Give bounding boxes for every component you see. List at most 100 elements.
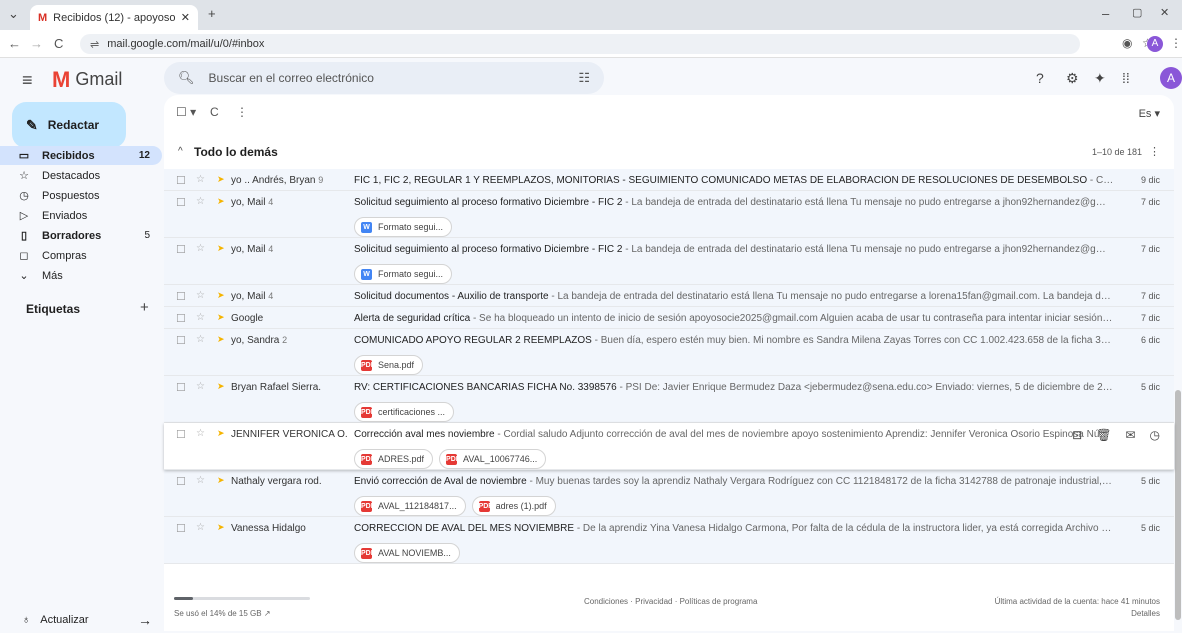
- url-field[interactable]: ⇌ mail.google.com/mail/u/0/#inbox: [80, 34, 1080, 54]
- sidebar-item-more[interactable]: ⌄ Más: [0, 266, 162, 285]
- account-avatar[interactable]: A: [1160, 67, 1182, 89]
- site-info-icon[interactable]: ⇌: [90, 38, 99, 51]
- details-link[interactable]: Detalles: [1131, 609, 1160, 618]
- reload-icon[interactable]: C: [54, 36, 63, 51]
- attachment-chip[interactable]: PDF adres (1).pdf: [471, 496, 556, 516]
- snooze-icon[interactable]: ◷: [1150, 428, 1160, 442]
- compose-button[interactable]: ✎ Redactar: [12, 102, 126, 148]
- row-checkbox[interactable]: ☐: [176, 174, 186, 187]
- important-marker-icon[interactable]: ➤: [217, 334, 225, 345]
- attachment-chip[interactable]: PDF AVAL_112184817...: [354, 496, 466, 516]
- add-label-icon[interactable]: +: [140, 299, 149, 316]
- star-icon[interactable]: ☆: [196, 243, 205, 254]
- row-checkbox[interactable]: ☐: [176, 428, 186, 441]
- star-icon[interactable]: ☆: [196, 312, 205, 323]
- search-icon[interactable]: 🔍︎: [178, 70, 195, 86]
- attachment-chip[interactable]: PDF AVAL NOVIEMB...: [354, 543, 460, 563]
- minimize-icon[interactable]: –: [1102, 6, 1109, 21]
- row-checkbox[interactable]: ☐: [176, 522, 186, 535]
- important-marker-icon[interactable]: ➤: [217, 428, 225, 439]
- sidebar-item-snoozed[interactable]: ◷ Pospuestos: [0, 186, 162, 205]
- important-marker-icon[interactable]: ➤: [217, 312, 225, 323]
- refresh-icon[interactable]: C: [210, 105, 219, 119]
- maximize-icon[interactable]: ▢: [1132, 6, 1142, 19]
- row-checkbox[interactable]: ☐: [176, 475, 186, 488]
- tab-search-icon[interactable]: ⌄: [8, 6, 19, 22]
- important-marker-icon[interactable]: ➤: [217, 196, 225, 207]
- important-marker-icon[interactable]: ➤: [217, 381, 225, 392]
- search-input[interactable]: Buscar en el correo electrónico: [209, 71, 374, 85]
- star-icon[interactable]: ☆: [196, 428, 205, 439]
- tab-close-icon[interactable]: ✕: [181, 11, 190, 24]
- archive-icon[interactable]: ⊡: [1072, 428, 1082, 442]
- important-marker-icon[interactable]: ➤: [217, 475, 225, 486]
- sidebar-item-drafts[interactable]: ▯ Borradores 5: [0, 226, 162, 245]
- mail-row[interactable]: ☐ ☆ ➤ Nathaly vergara rod. Envió corrección…: [164, 470, 1174, 517]
- mail-row[interactable]: ☐ ☆ ➤ yo, Sandra 2 COMUNICADO APOYO REGULAR …: [164, 329, 1174, 376]
- mail-row[interactable]: ☐ ☆ ➤ Bryan Rafael Sierra. RV: CERTIFICACIO…: [164, 376, 1174, 423]
- attachment-chip[interactable]: PDF certificaciones ...: [354, 402, 455, 422]
- star-icon[interactable]: ☆: [196, 475, 205, 486]
- close-window-icon[interactable]: ✕: [1160, 6, 1169, 19]
- help-icon[interactable]: ?: [1036, 70, 1044, 86]
- row-checkbox[interactable]: ☐: [176, 381, 186, 394]
- mail-row[interactable]: ☐ ☆ ➤ yo, Mail 4 Solicitud seguimiento al pr…: [164, 238, 1174, 285]
- browser-tab[interactable]: M Recibidos (12) - apoyosocie20... ✕: [30, 5, 198, 30]
- apps-grid-icon[interactable]: ⁞⁞: [1122, 70, 1130, 86]
- settings-icon[interactable]: ⚙: [1066, 70, 1079, 87]
- mail-row[interactable]: ☐ ☆ ➤ yo, Mail 4 Solicitud seguimiento al pr…: [164, 191, 1174, 238]
- mail-row[interactable]: ☐ ☆ ➤ Google Alerta de seguridad crítica - …: [164, 307, 1174, 329]
- sidebar-item-inbox[interactable]: ▭ Recibidos 12: [0, 146, 162, 165]
- attachment-chip[interactable]: W Formato segui...: [354, 217, 453, 237]
- eye-icon[interactable]: ◉: [1122, 36, 1132, 50]
- search-bar[interactable]: 🔍︎ Buscar en el correo electrónico ☷: [164, 62, 604, 94]
- important-marker-icon[interactable]: ➤: [217, 174, 225, 185]
- star-icon[interactable]: ☆: [196, 290, 205, 301]
- collapse-section-icon[interactable]: ^: [178, 146, 183, 157]
- attachment-chip[interactable]: W Formato segui...: [354, 264, 453, 284]
- forward-icon[interactable]: →: [30, 36, 43, 51]
- gemini-sparkle-icon[interactable]: ✦: [1094, 70, 1106, 87]
- mail-row[interactable]: ☐ ☆ ➤ yo .. Andrés, Bryan 9 FIC 1, FIC 2, RE…: [164, 169, 1174, 191]
- star-icon[interactable]: ☆: [196, 334, 205, 345]
- update-button[interactable]: ♁ Actualizar →: [22, 612, 152, 628]
- input-language-selector[interactable]: Es ▾: [1139, 107, 1160, 120]
- mark-unread-icon[interactable]: ✉: [1125, 428, 1135, 442]
- open-storage-icon[interactable]: ↗: [264, 609, 271, 618]
- mail-row[interactable]: ☐ ☆ ➤ yo, Mail 4 Solicitud documentos - Auxi…: [164, 285, 1174, 307]
- more-actions-icon[interactable]: ⋮: [236, 105, 248, 119]
- scrollbar[interactable]: [1175, 390, 1181, 620]
- row-checkbox[interactable]: ☐: [176, 243, 186, 256]
- important-marker-icon[interactable]: ➤: [217, 290, 225, 301]
- attachment-chip[interactable]: PDF Sena.pdf: [354, 355, 424, 375]
- mail-row[interactable]: ☐ ☆ ➤ Vanessa Hidalgo CORRECCIÓN DE AVAL DE…: [164, 517, 1174, 564]
- main-menu-icon[interactable]: ≡: [22, 70, 33, 91]
- row-checkbox[interactable]: ☐: [176, 312, 186, 325]
- row-checkbox[interactable]: ☐: [176, 290, 186, 303]
- star-icon[interactable]: ☆: [196, 522, 205, 533]
- row-checkbox[interactable]: ☐: [176, 196, 186, 209]
- attachment-chip[interactable]: PDF ADRES.pdf: [354, 449, 434, 469]
- attachment-chip[interactable]: PDF AVAL_10067746...: [439, 449, 547, 469]
- important-marker-icon[interactable]: ➤: [217, 243, 225, 254]
- new-tab-button[interactable]: +: [208, 6, 216, 21]
- important-marker-icon[interactable]: ➤: [217, 522, 225, 533]
- select-all-checkbox[interactable]: ☐ ▾: [176, 105, 196, 119]
- sidebar-item-starred[interactable]: ☆ Destacados: [0, 166, 162, 185]
- delete-icon[interactable]: 🗑︎: [1096, 428, 1111, 442]
- row-checkbox[interactable]: ☐: [176, 334, 186, 347]
- browser-menu-icon[interactable]: ⋮: [1170, 36, 1182, 50]
- browser-profile-avatar[interactable]: A: [1147, 36, 1163, 52]
- row-subject: CORRECCIÓN DE AVAL DEL MES NOVIEMBRE: [354, 523, 575, 534]
- gmail-logo[interactable]: M Gmail: [52, 68, 122, 90]
- mail-row[interactable]: ☐ ☆ ➤ JENNIFER VERONICA O. Corrección aval …: [164, 423, 1174, 470]
- back-icon[interactable]: ←: [8, 36, 21, 51]
- sidebar-item-sent[interactable]: ▷ Enviados: [0, 206, 162, 225]
- star-icon[interactable]: ☆: [196, 196, 205, 207]
- star-icon[interactable]: ☆: [196, 381, 205, 392]
- star-icon[interactable]: ☆: [196, 174, 205, 185]
- search-options-icon[interactable]: ☷: [578, 70, 590, 86]
- sidebar-item-purchases[interactable]: ◻ Compras: [0, 246, 162, 265]
- footer-links[interactable]: Condiciones · Privacidad · Políticas de …: [584, 597, 757, 606]
- section-more-icon[interactable]: ⋮: [1149, 145, 1160, 158]
